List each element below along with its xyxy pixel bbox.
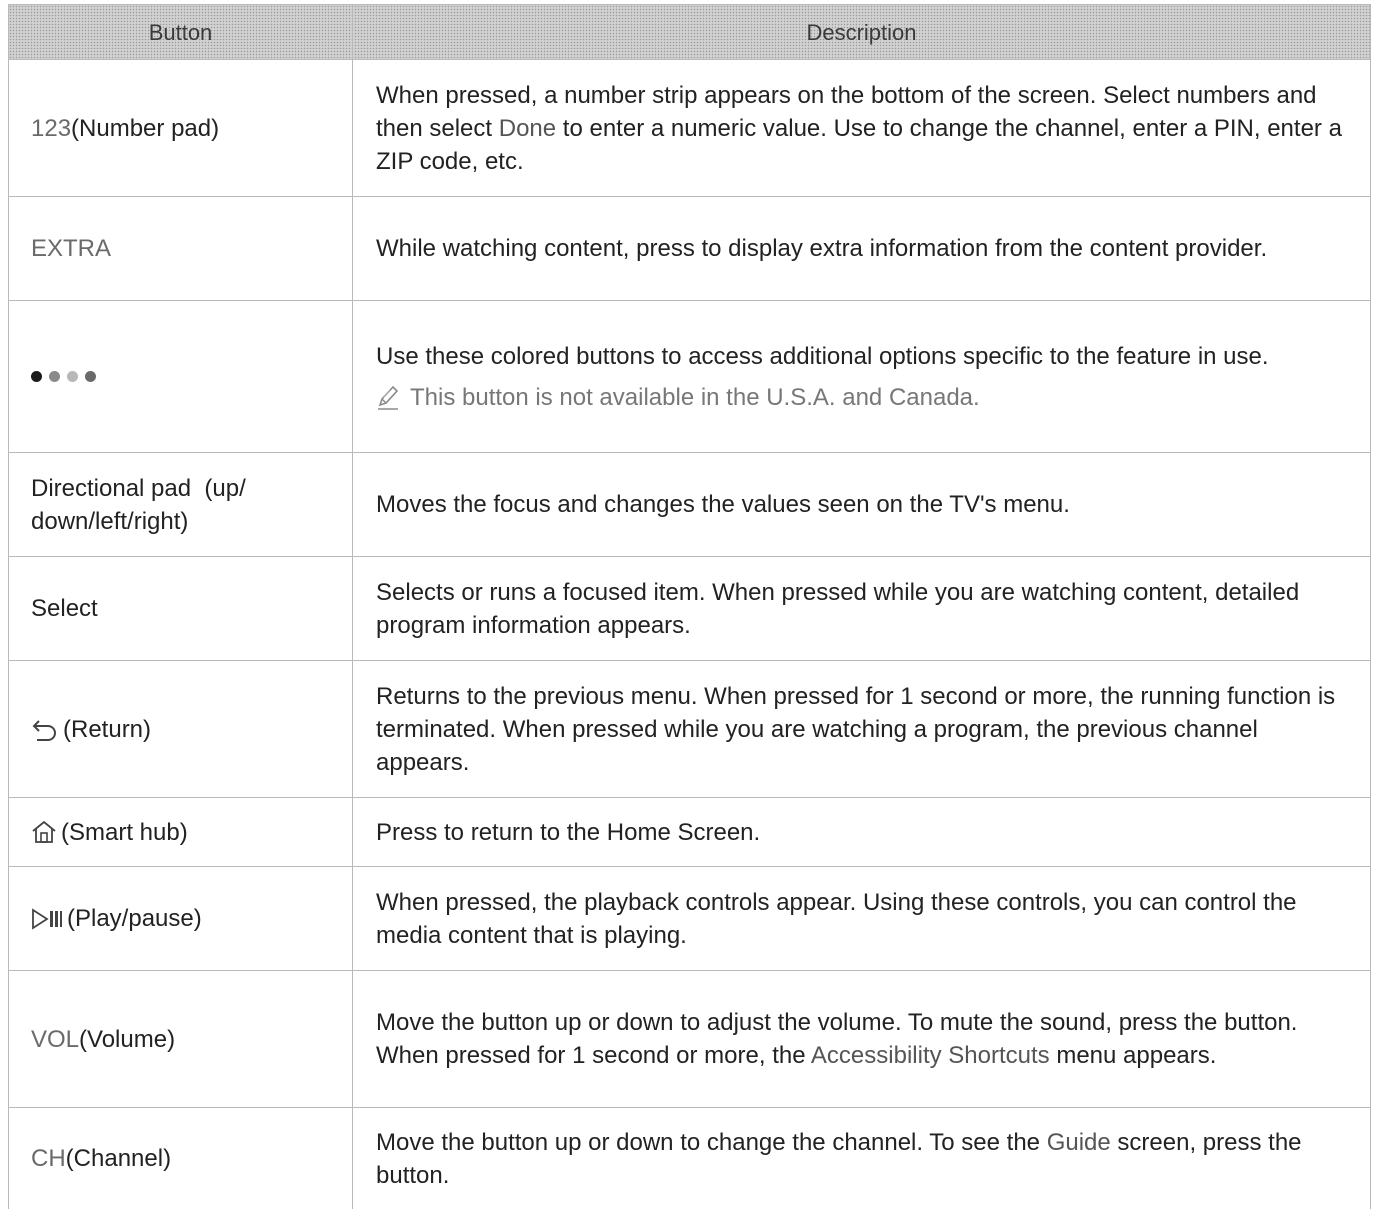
colored-dot-4 (85, 371, 96, 382)
description-cell: While watching content, press to display… (353, 197, 1370, 300)
description-text: Selects or runs a focused item. When pre… (376, 578, 1300, 639)
description-text: Move the button up or down to change the… (376, 1128, 1302, 1189)
button-label: (Volume) (79, 1025, 176, 1053)
note: This button is not available in the U.S.… (376, 381, 1352, 414)
description-cell: Moves the focus and changes the values s… (353, 453, 1370, 556)
button-label: (Play/pause) (67, 905, 202, 932)
table-row: Select Selects or runs a focused item. W… (9, 557, 1370, 661)
description-cell: Press to return to the Home Screen. (353, 798, 1370, 866)
description-cell: When pressed, a number strip appears on … (353, 60, 1370, 196)
description-text: When pressed, the playback controls appe… (376, 888, 1297, 949)
table-row: 123 (Number pad) When pressed, a number … (9, 60, 1370, 197)
colored-dot-2 (49, 371, 60, 382)
remote-buttons-table: Button Description 123 (Number pad) When… (8, 4, 1371, 1209)
description-cell: When pressed, the playback controls appe… (353, 867, 1370, 970)
return-icon (31, 717, 59, 741)
description-text: Moves the focus and changes the values s… (376, 491, 1070, 518)
button-cell: 123 (Number pad) (9, 60, 353, 196)
keyword: Accessibility Shortcuts (810, 1042, 1050, 1069)
keyword: Guide (1046, 1128, 1111, 1156)
button-label: Select (31, 595, 98, 622)
button-label: (Return) (63, 715, 152, 743)
key-label: EXTRA (31, 235, 112, 262)
description-cell: Selects or runs a focused item. When pre… (353, 557, 1370, 660)
key-label: 123 (31, 114, 72, 142)
keyword: Done (498, 114, 557, 142)
description-cell: Returns to the previous menu. When press… (353, 661, 1370, 797)
table-row: VOL (Volume) Move the button up or down … (9, 971, 1370, 1108)
table-header: Button Description (9, 4, 1370, 60)
button-cell: VOL (Volume) (9, 971, 353, 1107)
note-text: This button is not available in the U.S.… (410, 383, 980, 411)
key-label: CH (31, 1145, 66, 1172)
table-row: CH (Channel) Move the button up or down … (9, 1108, 1370, 1209)
description-text: When pressed, a number strip appears on … (376, 81, 1342, 175)
table-row: Directional pad (up/ down/left/right) Mo… (9, 453, 1370, 557)
table-row: EXTRA While watching content, press to d… (9, 197, 1370, 301)
key-label: VOL (31, 1025, 80, 1053)
table-row: Use these colored buttons to access addi… (9, 301, 1370, 453)
header-button: Button (9, 5, 353, 59)
button-label: (Number pad) (71, 114, 220, 142)
colored-dot-3 (67, 371, 78, 382)
colored-buttons-icon (31, 371, 96, 382)
button-cell (9, 301, 353, 452)
description-text: Returns to the previous menu. When press… (376, 682, 1336, 776)
play-pause-icon (31, 907, 63, 930)
button-cell: CH (Channel) (9, 1108, 353, 1209)
button-cell: (Return) (9, 661, 353, 797)
description-cell: Move the button up or down to adjust the… (353, 971, 1370, 1107)
button-cell: (Smart hub) (9, 798, 353, 866)
description-text: Use these colored buttons to access addi… (376, 342, 1269, 370)
description-text: Move the button up or down to adjust the… (376, 1009, 1298, 1069)
header-description: Description (806, 19, 917, 45)
button-label: Directional pad (up/ down/left/right) (31, 474, 253, 535)
colored-dot-1 (31, 371, 42, 382)
button-label: (Smart hub) (61, 818, 188, 846)
description-text: Press to return to the Home Screen. (376, 818, 761, 846)
home-icon (31, 820, 57, 844)
button-label: (Channel) (65, 1145, 172, 1172)
table-row: (Smart hub) Press to return to the Home … (9, 798, 1370, 867)
description-text: While watching content, press to display… (376, 235, 1268, 262)
button-cell: Directional pad (up/ down/left/right) (9, 453, 353, 556)
button-cell: (Play/pause) (9, 867, 353, 970)
table-row: (Return) Returns to the previous menu. W… (9, 661, 1370, 798)
table-row: (Play/pause) When pressed, the playback … (9, 867, 1370, 971)
description-cell: Move the button up or down to change the… (353, 1108, 1370, 1209)
button-cell: Select (9, 557, 353, 660)
button-cell: EXTRA (9, 197, 353, 300)
pencil-note-icon (376, 384, 400, 410)
description-cell: Use these colored buttons to access addi… (353, 301, 1370, 452)
